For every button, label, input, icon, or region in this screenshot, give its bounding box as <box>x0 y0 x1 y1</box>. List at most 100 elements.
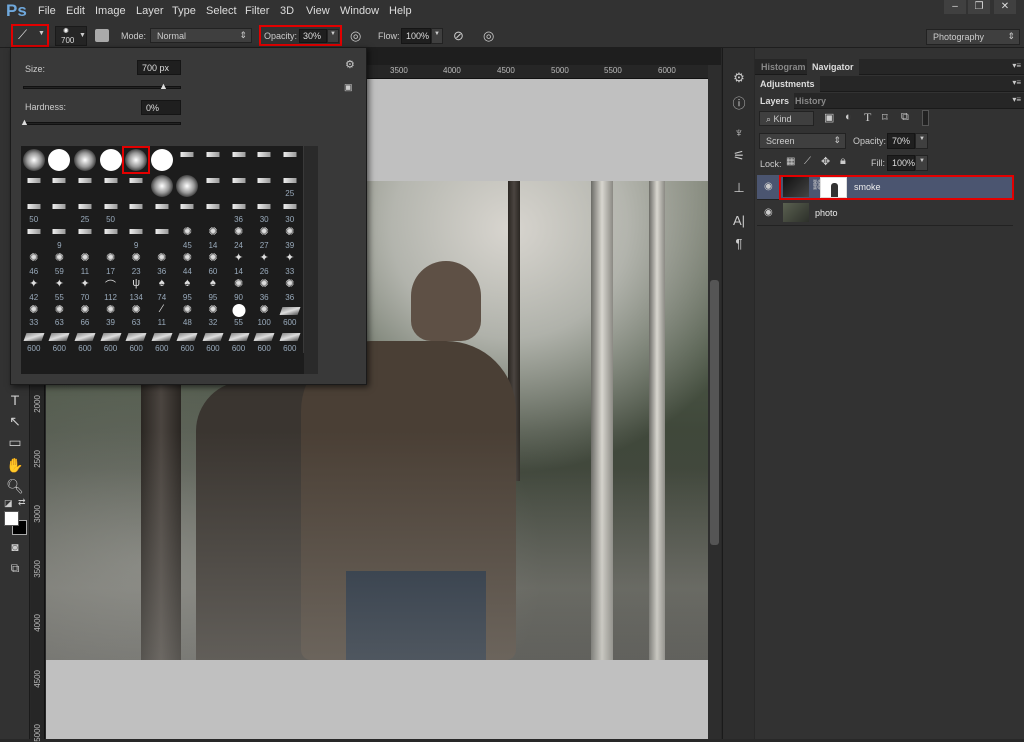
workspace-select[interactable]: Photography ⇕ <box>926 29 1020 45</box>
hand-tool-icon[interactable]: ✋ <box>5 457 25 475</box>
tool-presets-icon[interactable]: ⚟ <box>729 148 749 166</box>
brush-preset[interactable]: ✺ 39 <box>98 302 124 328</box>
brush-preset[interactable]: 25 <box>72 199 98 224</box>
foreground-color-swatch[interactable] <box>4 511 19 526</box>
brush-preset[interactable]: 55 <box>226 302 252 327</box>
brush-preset[interactable] <box>226 173 252 199</box>
type-tool-icon[interactable]: T <box>5 392 25 410</box>
brush-preset[interactable]: 600 <box>21 328 47 353</box>
color-swatches-icon[interactable]: ⚙ <box>729 70 749 88</box>
minimize-button[interactable]: – <box>944 0 966 14</box>
brush-preset[interactable]: ✦ 55 <box>47 276 73 302</box>
mode-select[interactable]: Normal ⇕ <box>150 28 252 43</box>
brush-preset[interactable] <box>72 173 98 199</box>
quick-mask-icon[interactable]: ◙ <box>5 540 25 558</box>
brush-preset[interactable] <box>72 147 98 173</box>
layer-filter-select[interactable]: ⌕ Kind <box>759 111 814 126</box>
lock-image-icon[interactable]: ⟋ <box>804 156 811 167</box>
menu-window[interactable]: Window <box>340 5 379 17</box>
brush-preset[interactable]: 9 <box>123 224 149 250</box>
layer-row-photo[interactable]: ◉ photo <box>757 201 1013 226</box>
close-button[interactable]: ✕ <box>994 0 1016 14</box>
clone-source-icon[interactable]: ⊥ <box>729 180 749 198</box>
menu-3d[interactable]: 3D <box>280 5 294 17</box>
brush-preset[interactable]: 600 <box>72 328 98 353</box>
maximize-button[interactable]: ❐ <box>968 0 990 14</box>
brush-preset[interactable] <box>251 173 277 199</box>
blend-mode-select[interactable]: Screen ⇕ <box>759 133 846 149</box>
brush-preset[interactable]: 600 <box>98 328 124 353</box>
brush-preset[interactable] <box>98 173 124 199</box>
brush-preset[interactable]: ✺ 66 <box>72 302 98 328</box>
gear-icon[interactable]: ⚙ <box>345 58 355 71</box>
brush-preset[interactable] <box>47 147 73 173</box>
menu-select[interactable]: Select <box>206 5 237 17</box>
brush-presets-icon[interactable]: ♆ <box>729 125 749 143</box>
filter-type-icon[interactable]: T <box>864 110 871 125</box>
brush-preset[interactable]: ♠ 95 <box>200 276 226 302</box>
brush-preset[interactable]: 50 <box>98 199 124 224</box>
brush-preset[interactable] <box>21 224 47 250</box>
brush-preset[interactable]: 600 <box>277 328 303 353</box>
brush-preset[interactable]: ψ 134 <box>123 276 149 302</box>
brush-preset[interactable] <box>123 173 149 199</box>
opacity-input[interactable]: 30% <box>299 29 327 43</box>
brush-preset[interactable] <box>226 147 252 173</box>
rectangle-tool-icon[interactable]: ▭ <box>5 434 25 452</box>
brush-preset[interactable] <box>123 199 149 225</box>
brush-preset[interactable]: ✺ 11 <box>72 250 98 276</box>
panel-menu-icon[interactable]: ▾≡ <box>1012 78 1021 87</box>
tab-histogram[interactable]: Histogram <box>761 62 806 72</box>
brush-preset[interactable]: ⁄ 11 <box>149 302 175 328</box>
brush-preset[interactable]: ✺ 46 <box>21 250 47 276</box>
brush-preset[interactable]: 30 <box>251 199 277 224</box>
hardness-slider-handle[interactable]: ▲ <box>20 117 29 127</box>
lock-all-icon[interactable]: 🔒︎ <box>840 155 846 168</box>
filter-toggle[interactable] <box>922 110 929 126</box>
brush-preset[interactable]: ✺ 14 <box>200 224 226 250</box>
opacity-dropdown[interactable]: ▼ <box>327 29 339 43</box>
brush-preset[interactable]: ✺ 32 <box>200 302 226 328</box>
brush-preset[interactable] <box>175 199 201 225</box>
menu-type[interactable]: Type <box>172 5 196 17</box>
size-slider-handle[interactable]: ▲ <box>159 81 168 91</box>
panel-menu-icon[interactable]: ▾≡ <box>1012 95 1021 104</box>
brush-preset[interactable]: ✦ 70 <box>72 276 98 302</box>
brush-preset[interactable]: ✺ 45 <box>175 224 201 250</box>
brush-preset[interactable]: ✺ 48 <box>175 302 201 328</box>
brush-preset[interactable]: 50 <box>21 199 47 224</box>
brush-preset[interactable]: 600 <box>251 328 277 353</box>
new-preset-icon[interactable]: ▣ <box>344 82 353 93</box>
brush-preset[interactable] <box>47 199 73 225</box>
tab-history[interactable]: History <box>795 96 826 106</box>
brush-preset[interactable]: ✺ 36 <box>251 276 277 302</box>
brush-preset[interactable] <box>200 147 226 173</box>
airbrush-pressure-icon[interactable]: ◎ <box>350 28 361 44</box>
lock-position-icon[interactable]: ✥ <box>821 155 830 168</box>
brush-grid-scrollbar[interactable] <box>304 146 318 374</box>
brush-preset[interactable] <box>200 199 226 225</box>
hardness-input[interactable]: 0% <box>141 100 181 115</box>
brush-preset[interactable] <box>21 173 47 199</box>
tab-adjustments[interactable]: Adjustments <box>755 76 820 92</box>
brush-preset[interactable] <box>175 147 201 173</box>
brush-preset[interactable]: ♠ 74 <box>149 276 175 302</box>
menu-help[interactable]: Help <box>389 5 412 17</box>
menu-view[interactable]: View <box>306 5 330 17</box>
brush-preset[interactable]: ✺ 59 <box>47 250 73 276</box>
flow-dropdown[interactable]: ▼ <box>431 28 443 44</box>
fill-input[interactable]: 100% <box>887 155 915 171</box>
character-icon[interactable]: A| <box>729 213 749 231</box>
brush-preset[interactable] <box>72 224 98 250</box>
brush-preset[interactable]: 600 <box>226 328 252 353</box>
info-icon[interactable]: ⓘ <box>729 93 749 111</box>
hardness-slider[interactable] <box>23 122 181 125</box>
brush-preset[interactable]: 600 <box>200 328 226 353</box>
screen-mode-icon[interactable]: ⧉ <box>5 561 25 579</box>
size-slider[interactable] <box>23 86 181 89</box>
brush-preset[interactable]: 36 <box>226 199 252 224</box>
brush-preset[interactable]: ✦ 33 <box>277 250 303 276</box>
brush-preset[interactable]: ✺ 63 <box>47 302 73 328</box>
brush-preset[interactable]: ✺ 17 <box>98 250 124 276</box>
lock-transparent-icon[interactable]: ▦ <box>786 156 795 167</box>
